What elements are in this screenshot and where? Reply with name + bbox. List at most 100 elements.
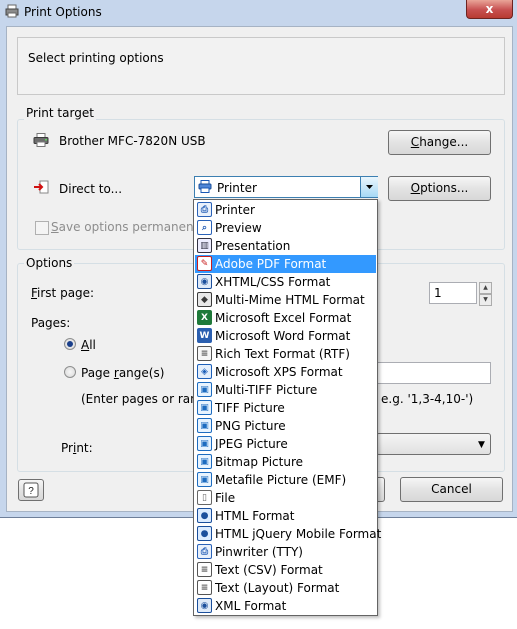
options-button[interactable]: Options... bbox=[388, 176, 491, 201]
dropdown-item[interactable]: ◉ XHTML/CSS Format bbox=[195, 273, 376, 291]
emf-icon: ▣ bbox=[197, 472, 212, 487]
options-group-label: Options bbox=[24, 256, 75, 270]
radio-page-range-label: Page range(s) bbox=[81, 366, 165, 380]
text-layout-icon: ≡ bbox=[197, 580, 212, 595]
help-button[interactable]: ? bbox=[18, 479, 44, 501]
xps-icon: ◈ bbox=[197, 364, 212, 379]
dropdown-item-label: TIFF Picture bbox=[215, 401, 285, 415]
save-options-checkbox[interactable] bbox=[35, 221, 49, 235]
printer-icon: ⎙ bbox=[197, 202, 212, 217]
print-select[interactable] bbox=[376, 433, 491, 455]
dropdown-item[interactable]: ▣ PNG Picture bbox=[195, 417, 376, 435]
dropdown-item-label: HTML Format bbox=[215, 509, 295, 523]
dropdown-item-label: Adobe PDF Format bbox=[215, 257, 327, 271]
dropdown-item[interactable]: ⌕ Preview bbox=[195, 219, 376, 237]
xml-icon: ◉ bbox=[197, 598, 212, 613]
header-text: Select printing options bbox=[28, 51, 164, 65]
pages-label: Pages: bbox=[31, 316, 71, 330]
dropdown-item[interactable]: ▣ JPEG Picture bbox=[195, 435, 376, 453]
page-range-input[interactable] bbox=[376, 362, 491, 384]
save-options-label: Save options permanently bbox=[51, 220, 209, 234]
pdf-icon: ✎ bbox=[197, 256, 212, 271]
spin-down-icon[interactable]: ▼ bbox=[479, 294, 492, 306]
spin-up-icon[interactable]: ▲ bbox=[479, 282, 492, 294]
dropdown-item[interactable]: ▣ Multi-TIFF Picture bbox=[195, 381, 376, 399]
dropdown-item-label: Presentation bbox=[215, 239, 291, 253]
dropdown-item-label: Metafile Picture (EMF) bbox=[215, 473, 347, 487]
radio-all-label: All bbox=[81, 338, 96, 352]
dropdown-item-label: JPEG Picture bbox=[215, 437, 288, 451]
change-button-label: Change... bbox=[410, 135, 469, 149]
jpeg-icon: ▣ bbox=[197, 436, 212, 451]
printer-name: Brother MFC-7820N USB bbox=[59, 134, 206, 148]
dropdown-item-label: XML Format bbox=[215, 599, 287, 613]
first-page-label: First page: bbox=[31, 286, 95, 300]
dropdown-item[interactable]: ⎙ Printer bbox=[195, 201, 376, 219]
dropdown-item[interactable]: ◆ Multi-Mime HTML Format bbox=[195, 291, 376, 309]
dropdown-item-label: Microsoft Excel Format bbox=[215, 311, 352, 325]
dropdown-item-label: Rich Text Format (RTF) bbox=[215, 347, 350, 361]
dropdown-item[interactable]: ⎙ Pinwriter (TTY) bbox=[195, 543, 376, 561]
first-page-spinner[interactable]: ▲ ▼ bbox=[479, 282, 492, 306]
png-icon: ▣ bbox=[197, 418, 212, 433]
dropdown-item[interactable]: ▯ File bbox=[195, 489, 376, 507]
dropdown-item[interactable]: ✎ Adobe PDF Format bbox=[195, 255, 376, 273]
dropdown-item[interactable]: ≡ Text (CSV) Format bbox=[195, 561, 376, 579]
dropdown-item[interactable]: ◈ Microsoft XPS Format bbox=[195, 363, 376, 381]
options-button-label: Options... bbox=[410, 181, 469, 195]
dropdown-item-label: File bbox=[215, 491, 236, 505]
dropdown-item[interactable]: ▣ TIFF Picture bbox=[195, 399, 376, 417]
radio-page-range[interactable] bbox=[64, 366, 76, 378]
file-icon: ▯ bbox=[197, 490, 212, 505]
dropdown-item[interactable]: X Microsoft Excel Format bbox=[195, 309, 376, 327]
page-range-hint-example: e.g. '1,3-4,10-') bbox=[381, 392, 474, 406]
dropdown-item-label: XHTML/CSS Format bbox=[215, 275, 331, 289]
help-glyph: ? bbox=[28, 486, 34, 497]
dropdown-item[interactable]: ● HTML jQuery Mobile Format bbox=[195, 525, 381, 543]
dropdown-item-label: Text (CSV) Format bbox=[215, 563, 323, 577]
html-icon: ● bbox=[197, 508, 212, 523]
help-icon: ? bbox=[23, 482, 39, 498]
multi-tiff-icon: ▣ bbox=[197, 382, 212, 397]
bitmap-icon: ▣ bbox=[197, 454, 212, 469]
first-page-value: 1 bbox=[434, 286, 442, 300]
rtf-icon: ≡ bbox=[197, 346, 212, 361]
csv-icon: ≡ bbox=[197, 562, 212, 577]
tiff-icon: ▣ bbox=[197, 400, 212, 415]
dropdown-item-label: Text (Layout) Format bbox=[215, 581, 340, 595]
direct-to-select-value: Printer bbox=[217, 181, 257, 195]
dropdown-item-label: Pinwriter (TTY) bbox=[215, 545, 303, 559]
dropdown-item-label: Microsoft Word Format bbox=[215, 329, 351, 343]
dropdown-item[interactable]: ◉ XML Format bbox=[195, 597, 376, 615]
dropdown-item[interactable]: W Microsoft Word Format bbox=[195, 327, 376, 345]
header-panel bbox=[17, 37, 505, 95]
dropdown-item[interactable]: ▥ Presentation bbox=[195, 237, 376, 255]
dropdown-item[interactable]: ≡ Text (Layout) Format bbox=[195, 579, 376, 597]
dropdown-item[interactable]: ▣ Metafile Picture (EMF) bbox=[195, 471, 376, 489]
mime-icon: ◆ bbox=[197, 292, 212, 307]
printer-icon bbox=[5, 4, 19, 18]
direct-to-icon bbox=[34, 180, 49, 194]
print-label: Print: bbox=[61, 441, 93, 455]
dropdown-item[interactable]: ● HTML Format bbox=[195, 507, 376, 525]
dropdown-item-label: Printer bbox=[215, 203, 255, 217]
direct-to-label: Direct to... bbox=[59, 182, 123, 196]
presentation-icon: ▥ bbox=[197, 238, 212, 253]
word-icon: W bbox=[197, 328, 212, 343]
excel-icon: X bbox=[197, 310, 212, 325]
dropdown-item-label: PNG Picture bbox=[215, 419, 286, 433]
change-button[interactable]: Change... bbox=[388, 130, 491, 155]
dropdown-item[interactable]: ▣ Bitmap Picture bbox=[195, 453, 376, 471]
dropdown-item[interactable]: ≡ Rich Text Format (RTF) bbox=[195, 345, 376, 363]
chevron-down-icon[interactable] bbox=[360, 177, 378, 197]
printer-icon bbox=[33, 133, 49, 147]
close-button[interactable]: x bbox=[466, 0, 513, 19]
cancel-button-label: Cancel bbox=[431, 482, 472, 496]
dropdown-item-label: Multi-TIFF Picture bbox=[215, 383, 318, 397]
preview-icon: ⌕ bbox=[197, 220, 212, 235]
cancel-button[interactable]: Cancel bbox=[400, 477, 503, 502]
print-target-group-label: Print target bbox=[24, 106, 96, 120]
dropdown-item-label: HTML jQuery Mobile Format bbox=[215, 527, 382, 541]
xhtml-icon: ◉ bbox=[197, 274, 212, 289]
chevron-down-icon[interactable]: ▼ bbox=[478, 440, 485, 450]
